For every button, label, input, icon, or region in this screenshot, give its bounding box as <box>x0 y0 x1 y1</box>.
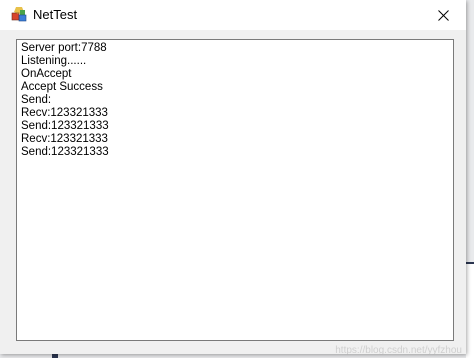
app-icon <box>11 6 28 23</box>
log-line: OnAccept <box>21 68 72 80</box>
title-bar[interactable]: NetTest <box>0 0 466 30</box>
window-title: NetTest <box>33 7 78 22</box>
log-line: Send:123321333 <box>21 120 109 132</box>
log-line: Accept Success <box>21 81 103 93</box>
close-icon <box>437 9 449 21</box>
log-line: Recv:123321333 <box>21 133 108 145</box>
background-window <box>466 264 474 358</box>
log-line: Send: <box>21 94 52 106</box>
close-button[interactable] <box>420 0 466 30</box>
log-line: Server port:7788 <box>21 42 107 54</box>
log-output[interactable]: Server port:7788 Listening...... OnAccep… <box>16 39 454 341</box>
nettest-dialog: NetTest Server port:7788 Listening......… <box>0 0 466 354</box>
log-line: Recv:123321333 <box>21 107 108 119</box>
log-line: Listening...... <box>21 55 87 67</box>
watermark: https://blog.csdn.net/yyfzhou <box>335 345 462 356</box>
log-line: Send:123321333 <box>21 146 109 158</box>
